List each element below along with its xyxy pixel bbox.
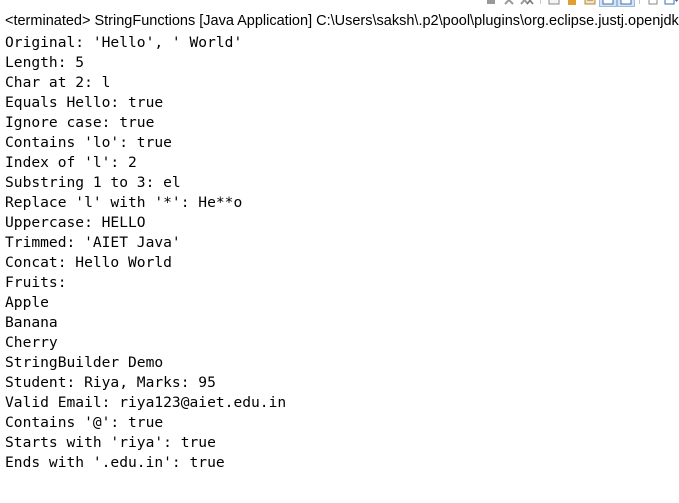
console-output-line: Starts with 'riya': true [5, 434, 216, 451]
console-output-line: Contains 'lo': true [5, 134, 172, 151]
pin-console-icon[interactable] [645, 0, 661, 6]
console-output-line: Student: Riya, Marks: 95 [5, 374, 216, 391]
console-view: <terminated> StringFunctions [Java Appli… [0, 0, 679, 503]
remove-all-terminated-icon[interactable] [519, 0, 535, 6]
console-output-line: Substring 1 to 3: el [5, 174, 181, 191]
console-output-line: Equals Hello: true [5, 94, 164, 111]
console-output-line: Cherry [5, 334, 58, 351]
console-output-line: Replace 'l' with '*': He**o [5, 194, 243, 211]
clear-console-icon[interactable] [546, 0, 562, 6]
show-console-on-stderr-icon[interactable] [617, 0, 635, 7]
console-launch-header: <terminated> StringFunctions [Java Appli… [5, 13, 679, 29]
console-output-line: StringBuilder Demo [5, 354, 164, 371]
remove-launch-icon[interactable] [501, 0, 517, 6]
console-output-line: Valid Email: riya123@aiet.edu.in [5, 394, 287, 411]
console-output-line: Original: 'Hello', ' World' [5, 34, 243, 51]
console-output-line: Char at 2: l [5, 74, 111, 91]
display-selected-console-icon[interactable] [663, 0, 679, 6]
console-output-line: Concat: Hello World [5, 254, 172, 271]
console-toolbar [483, 0, 679, 7]
console-output-line: Trimmed: 'AIET Java' [5, 234, 181, 251]
toolbar-separator [540, 0, 541, 4]
scroll-lock-icon[interactable] [564, 0, 580, 6]
console-output-line: Ends with '.edu.in': true [5, 454, 225, 471]
show-console-on-stdout-icon[interactable] [599, 0, 617, 7]
console-output-line: Fruits: [5, 274, 67, 291]
console-output-line: Length: 5 [5, 54, 85, 71]
terminate-icon[interactable] [483, 0, 499, 6]
console-output-line: Contains '@': true [5, 414, 164, 431]
word-wrap-icon[interactable] [582, 0, 598, 6]
console-output-line: Banana [5, 314, 58, 331]
console-output[interactable]: Original: 'Hello', ' World' Length: 5 Ch… [5, 33, 679, 473]
console-output-line: Index of 'l': 2 [5, 154, 137, 171]
console-output-line: Ignore case: true [5, 114, 155, 131]
toolbar-separator [639, 0, 640, 4]
console-output-line: Uppercase: HELLO [5, 214, 146, 231]
console-output-line: Apple [5, 294, 49, 311]
